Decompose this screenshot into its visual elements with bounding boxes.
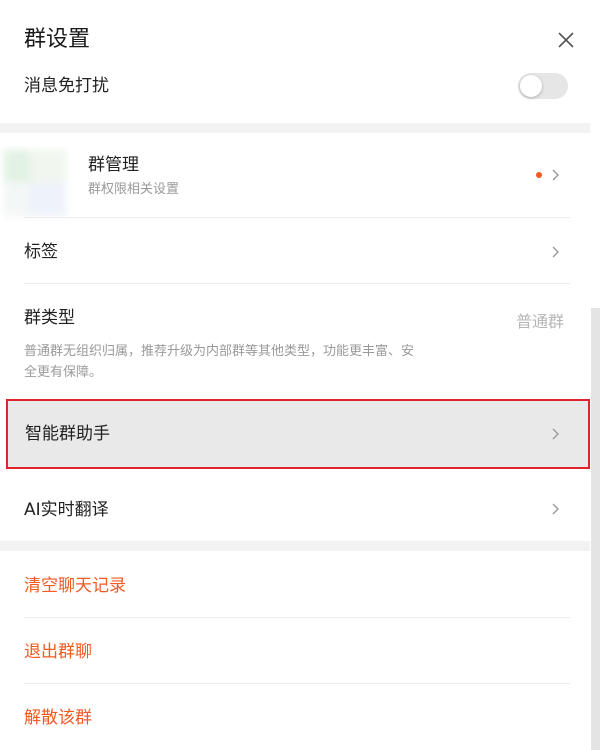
dissolve-group-row[interactable]: 解散该群 [24,684,570,749]
group-settings-panel: 群设置 消息免打扰 群管理 群权限相关设置 标签 群类型 普通群 普通群无组织归… [0,0,600,750]
clear-history-button[interactable]: 清空聊天记录 [24,574,126,598]
ai-translate-label: AI实时翻译 [24,500,109,520]
section-divider [0,541,590,551]
mute-row: 消息免打扰 [24,66,570,106]
mute-label: 消息免打扰 [24,76,109,96]
group-manage-title: 群管理 [88,155,139,175]
section-divider [0,123,590,133]
group-type-value: 普通群 [516,312,565,331]
chevron-right-icon [552,503,559,515]
chevron-right-icon [552,169,559,181]
toggle-knob [520,75,542,97]
chevron-right-icon [552,428,559,440]
group-type-row: 群类型 普通群 普通群无组织归属，推荐升级为内部群等其他类型，功能更丰富、安 全… [24,284,570,399]
leave-group-button[interactable]: 退出群聊 [24,640,92,664]
settings-scroll-area[interactable]: 消息免打扰 群管理 群权限相关设置 标签 群类型 普通群 普通群无组织归属，推荐… [0,66,600,750]
group-type-label: 群类型 [24,308,75,328]
ai-translate-row[interactable]: AI实时翻译 [24,474,570,540]
chevron-right-icon [552,246,559,258]
group-manage-row[interactable]: 群管理 群权限相关设置 [24,133,570,217]
group-manage-subtitle: 群权限相关设置 [88,182,180,197]
tags-label: 标签 [24,242,58,262]
smart-assistant-label: 智能群助手 [25,424,110,444]
update-badge-dot [536,172,542,178]
leave-group-row[interactable]: 退出群聊 [24,618,570,683]
group-type-desc-line2: 全更有保障。 [24,365,103,380]
close-icon[interactable] [556,30,576,50]
header: 群设置 [0,0,600,70]
group-type-desc-line1: 普通群无组织归属，推荐升级为内部群等其他类型，功能更丰富、安 [24,344,415,359]
smart-assistant-row[interactable]: 智能群助手 [6,399,590,469]
vertical-scrollbar[interactable] [591,308,600,750]
tags-row[interactable]: 标签 [24,218,570,283]
clear-history-row[interactable]: 清空聊天记录 [24,552,570,617]
mute-toggle[interactable] [518,73,568,99]
dissolve-group-button[interactable]: 解散该群 [24,706,92,730]
page-title: 群设置 [24,27,91,52]
